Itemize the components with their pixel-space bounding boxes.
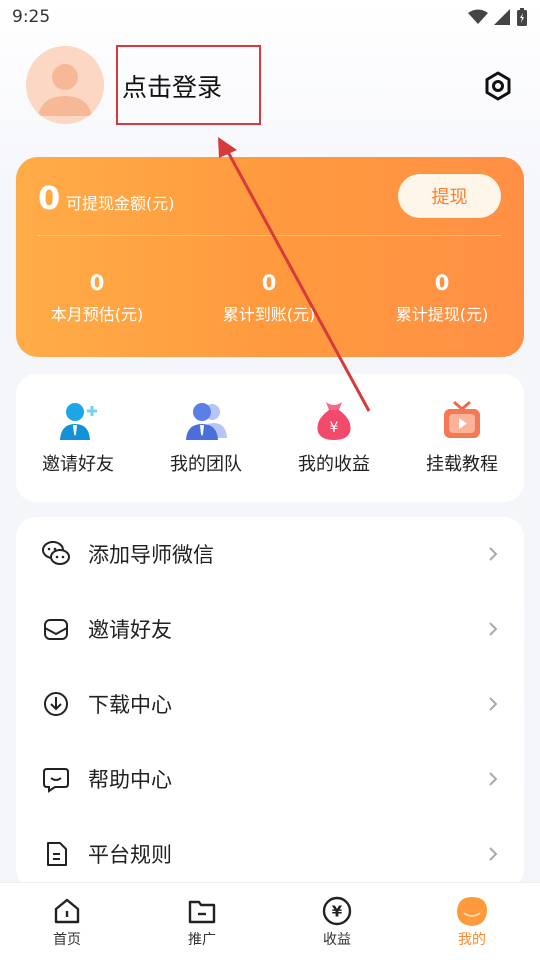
settings-icon[interactable] [482, 70, 514, 102]
menu-list: 添加导师微信 邀请好友 下载中心 帮助中心 平台规则 [16, 517, 524, 889]
profile-icon [457, 897, 487, 926]
default-avatar-icon [26, 46, 104, 124]
menu-item-help-center[interactable]: 帮助中心 [16, 742, 524, 816]
withdrawable-label: 可提现金额(元) [66, 194, 175, 213]
tab-label: 我的 [458, 932, 486, 948]
withdraw-button[interactable]: 提现 [398, 174, 501, 218]
wechat-icon [42, 541, 70, 565]
chevron-right-icon [489, 697, 498, 711]
invite-friend-icon [60, 403, 97, 440]
stat-total-received: 0 累计到账(元) [194, 271, 344, 325]
menu-label: 添加导师微信 [88, 543, 214, 567]
annotation-highlight-box [116, 45, 261, 125]
withdrawable-amount: 0 [38, 179, 61, 217]
yen-icon: ¥ [322, 896, 352, 926]
menu-item-platform-rules[interactable]: 平台规则 [16, 817, 524, 891]
tab-mine[interactable]: 我的 [432, 895, 512, 949]
quick-tutorial[interactable]: 挂载教程 [402, 398, 522, 476]
money-bag-icon: ¥ [317, 402, 351, 440]
battery-icon [517, 8, 527, 26]
quick-actions-panel: 邀请好友 我的团队 ¥ 我的收益 挂载教程 [16, 374, 524, 502]
download-icon [44, 692, 68, 716]
document-icon [47, 842, 67, 866]
chat-help-icon [43, 768, 69, 793]
status-time: 9:25 [12, 7, 51, 27]
tab-home[interactable]: 首页 [27, 895, 107, 949]
stat-label: 累计提现(元) [395, 305, 489, 324]
quick-label: 挂载教程 [426, 454, 498, 475]
quick-label: 我的收益 [298, 454, 370, 475]
chevron-right-icon [489, 622, 498, 636]
card-divider [38, 235, 502, 236]
quick-my-team[interactable]: 我的团队 [146, 398, 266, 476]
tab-promote[interactable]: 推广 [162, 895, 242, 949]
earnings-card: 0 可提现金额(元) 提现 0 本月预估(元) 0 累计到账(元) 0 累计提现… [16, 157, 524, 357]
quick-invite-friend[interactable]: 邀请好友 [18, 398, 138, 476]
svg-text:¥: ¥ [330, 420, 339, 436]
folder-icon [188, 900, 216, 924]
quick-my-earnings[interactable]: ¥ 我的收益 [274, 398, 394, 476]
quick-label: 我的团队 [170, 454, 242, 475]
team-icon [186, 403, 227, 440]
stat-value: 0 [261, 271, 277, 295]
tab-label: 推广 [188, 932, 216, 948]
menu-label: 帮助中心 [88, 768, 172, 792]
stat-value: 0 [434, 271, 450, 295]
stat-month-estimate: 0 本月预估(元) [22, 271, 172, 325]
menu-label: 平台规则 [88, 843, 172, 867]
home-icon [54, 898, 80, 924]
bottom-tab-bar: 首页 推广 ¥ 收益 我的 [0, 882, 540, 960]
stat-label: 累计到账(元) [222, 305, 316, 324]
stat-total-withdrawn: 0 累计提现(元) [367, 271, 517, 325]
avatar[interactable] [26, 46, 104, 124]
profile-header: 点击登录 [26, 46, 526, 126]
menu-item-add-mentor-wechat[interactable]: 添加导师微信 [16, 517, 524, 591]
menu-item-invite-friends[interactable]: 邀请好友 [16, 592, 524, 666]
tab-earnings[interactable]: ¥ 收益 [297, 895, 377, 949]
quick-label: 邀请好友 [42, 454, 114, 475]
envelope-icon [44, 619, 68, 640]
tab-label: 收益 [323, 932, 351, 948]
stat-value: 0 [89, 271, 105, 295]
stat-label: 本月预估(元) [50, 305, 144, 324]
chevron-right-icon [489, 772, 498, 786]
menu-label: 邀请好友 [88, 618, 172, 642]
tab-label: 首页 [53, 932, 81, 948]
status-icons [468, 8, 528, 26]
chevron-right-icon [489, 547, 498, 561]
tv-tutorial-icon [444, 400, 480, 438]
svg-text:¥: ¥ [332, 903, 343, 921]
chevron-right-icon [489, 847, 498, 861]
menu-label: 下载中心 [88, 693, 172, 717]
status-bar: 9:25 [0, 0, 540, 34]
wifi-icon [468, 9, 488, 24]
signal-icon [494, 9, 510, 25]
menu-item-download-center[interactable]: 下载中心 [16, 667, 524, 741]
